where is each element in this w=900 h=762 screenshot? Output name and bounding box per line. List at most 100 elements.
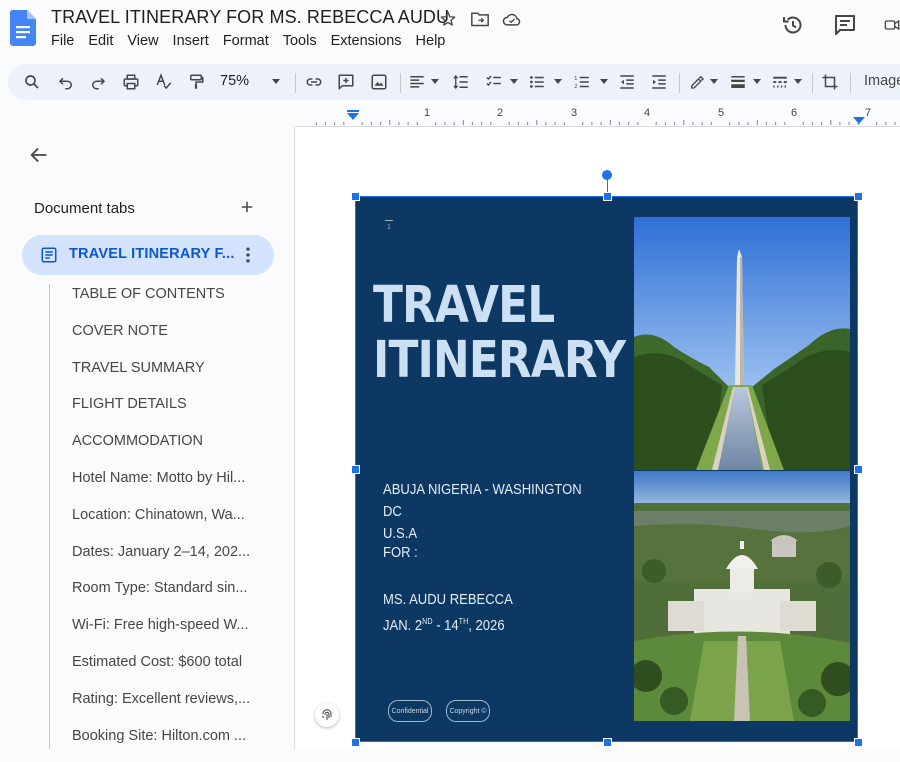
move-to-folder-icon[interactable] xyxy=(470,9,490,29)
cover-dates: JAN. 2ND - 14TH, 2026 xyxy=(383,617,505,634)
outline-item[interactable]: Room Type: Standard sin... xyxy=(72,578,252,615)
docs-logo-icon[interactable] xyxy=(9,10,37,46)
cover-title: TRAVEL ITINERARY xyxy=(373,278,626,390)
close-sidebar-arrow-icon[interactable] xyxy=(28,144,50,166)
star-icon[interactable] xyxy=(438,9,458,29)
border-dash-dropdown-icon[interactable] xyxy=(794,79,802,84)
image-options-button[interactable]: Image xyxy=(864,73,900,89)
ruler-number: 1 xyxy=(423,107,431,119)
fingerprint-icon[interactable] xyxy=(315,703,339,727)
outline-item[interactable]: FLIGHT DETAILS xyxy=(72,394,252,431)
bulleted-list-icon[interactable] xyxy=(527,72,547,92)
menu-bar: File Edit View Insert Format Tools Exten… xyxy=(51,33,459,49)
document-outline: TABLE OF CONTENTS COVER NOTE TRAVEL SUMM… xyxy=(72,284,272,762)
add-tab-plus-icon[interactable] xyxy=(238,198,256,216)
menu-help[interactable]: Help xyxy=(416,33,446,49)
zoom-select[interactable]: 75% xyxy=(220,73,249,89)
document-canvas[interactable]: 1 TRAVEL ITINERARY ABUJA NIGERIA - WASHI… xyxy=(296,127,900,749)
outline-guide-line xyxy=(49,284,50,749)
cover-title-line: ITINERARY xyxy=(373,331,626,390)
document-tabs-sidebar: Document tabs TRAVEL ITINERARY F... TABL… xyxy=(8,126,295,749)
menu-insert[interactable]: Insert xyxy=(173,33,209,49)
resize-handle-bottom-right[interactable] xyxy=(854,738,863,747)
comments-icon[interactable] xyxy=(832,12,858,38)
print-icon[interactable] xyxy=(121,72,141,92)
resize-handle-left[interactable] xyxy=(351,465,360,474)
crop-image-icon[interactable] xyxy=(820,72,840,92)
outline-item[interactable]: Booking Site: Hilton.com ... xyxy=(72,726,252,762)
menu-tools[interactable]: Tools xyxy=(283,33,317,49)
resize-handle-top-right[interactable] xyxy=(854,192,863,201)
cover-image[interactable]: 1 TRAVEL ITINERARY ABUJA NIGERIA - WASHI… xyxy=(355,196,858,742)
resize-handle-top[interactable] xyxy=(603,192,612,201)
ruler-number: 2 xyxy=(496,107,504,119)
add-comment-icon[interactable] xyxy=(336,72,356,92)
active-tab-label: TRAVEL ITINERARY F... xyxy=(69,246,235,262)
undo-icon[interactable] xyxy=(56,72,76,92)
copyright-badge: Copyright © xyxy=(446,700,490,722)
svg-text:1: 1 xyxy=(574,76,577,82)
align-left-icon[interactable] xyxy=(407,72,427,92)
document-page[interactable]: 1 TRAVEL ITINERARY ABUJA NIGERIA - WASHI… xyxy=(296,127,900,749)
menu-edit[interactable]: Edit xyxy=(88,33,113,49)
tab-travel-itinerary[interactable]: TRAVEL ITINERARY F... xyxy=(22,235,274,275)
align-dropdown-icon[interactable] xyxy=(431,79,439,84)
outline-item[interactable]: COVER NOTE xyxy=(72,321,252,358)
insert-image-icon[interactable] xyxy=(369,72,389,92)
border-color-dropdown-icon[interactable] xyxy=(710,79,718,84)
toolbar-divider xyxy=(400,73,401,93)
line-spacing-icon[interactable] xyxy=(451,72,471,92)
menu-format[interactable]: Format xyxy=(223,33,269,49)
outline-item[interactable]: Hotel Name: Motto by Hil... xyxy=(72,468,252,505)
menu-view[interactable]: View xyxy=(127,33,158,49)
outline-item[interactable]: TABLE OF CONTENTS xyxy=(72,284,252,321)
cover-page-marker: 1 xyxy=(385,220,393,232)
document-title[interactable]: TRAVEL ITINERARY FOR MS. REBECCA AUDU xyxy=(51,7,449,28)
toolbar: 75% 12 Imag xyxy=(8,64,900,100)
document-tab-icon xyxy=(40,246,58,264)
numbered-list-icon[interactable]: 12 xyxy=(572,72,592,92)
outline-item[interactable]: TRAVEL SUMMARY xyxy=(72,358,252,395)
confidential-badge: Confidential xyxy=(388,700,432,722)
ruler-ticks xyxy=(315,110,896,125)
outline-item[interactable]: Location: Chinatown, Wa... xyxy=(72,505,252,542)
outline-item[interactable]: Rating: Excellent reviews,... xyxy=(72,689,252,726)
resize-handle-bottom[interactable] xyxy=(603,738,612,747)
zoom-dropdown-icon[interactable] xyxy=(272,79,280,84)
insert-link-icon[interactable] xyxy=(304,72,324,92)
outline-item[interactable]: Estimated Cost: $600 total xyxy=(72,652,252,689)
border-dash-icon[interactable] xyxy=(770,72,790,92)
resize-handle-top-left[interactable] xyxy=(351,192,360,201)
numbered-list-dropdown-icon[interactable] xyxy=(600,79,608,84)
checklist-dropdown-icon[interactable] xyxy=(510,79,518,84)
version-history-icon[interactable] xyxy=(780,12,806,38)
outline-item[interactable]: Dates: January 2–14, 202... xyxy=(72,542,252,579)
spelling-check-icon[interactable] xyxy=(154,72,174,92)
resize-handle-bottom-left[interactable] xyxy=(351,738,360,747)
horizontal-ruler[interactable]: 1 2 3 4 5 6 7 xyxy=(296,104,900,127)
rotate-handle[interactable] xyxy=(602,170,612,180)
meet-icon[interactable] xyxy=(884,12,900,38)
resize-handle-right[interactable] xyxy=(854,465,863,474)
border-color-icon[interactable] xyxy=(687,72,707,92)
ruler-number: 4 xyxy=(643,107,651,119)
bulleted-list-dropdown-icon[interactable] xyxy=(554,79,562,84)
toolbar-divider xyxy=(812,73,813,93)
outline-item[interactable]: ACCOMMODATION xyxy=(72,431,252,468)
decrease-indent-icon[interactable] xyxy=(617,72,637,92)
cloud-saved-icon[interactable] xyxy=(502,9,522,29)
outline-item[interactable]: Wi-Fi: Free high-speed W... xyxy=(72,615,252,652)
menu-file[interactable]: File xyxy=(51,33,74,49)
increase-indent-icon[interactable] xyxy=(649,72,669,92)
border-weight-dropdown-icon[interactable] xyxy=(753,79,761,84)
menu-extensions[interactable]: Extensions xyxy=(331,33,402,49)
paint-format-icon[interactable] xyxy=(186,72,206,92)
ruler-number: 7 xyxy=(864,107,872,119)
more-options-icon[interactable] xyxy=(238,245,258,265)
cover-page-number: 1 xyxy=(387,224,391,231)
border-weight-icon[interactable] xyxy=(728,72,748,92)
redo-icon[interactable] xyxy=(88,72,108,92)
checklist-icon[interactable] xyxy=(484,72,504,92)
search-menus-icon[interactable] xyxy=(22,72,42,92)
cover-route-line: U.S.A xyxy=(383,526,418,542)
